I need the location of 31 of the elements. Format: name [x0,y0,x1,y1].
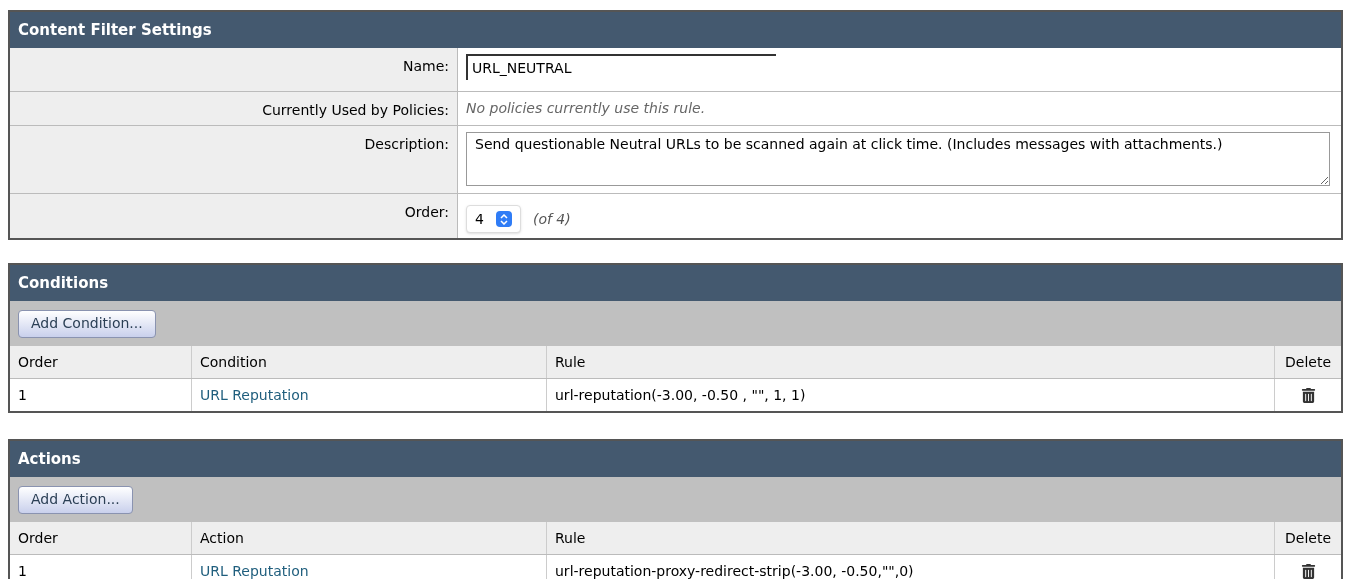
rule-link[interactable]: URL Reputation [200,384,309,406]
order-count: (of 4) [532,209,571,229]
table-cell-text: 1 [18,385,27,405]
column-header: Condition [200,352,267,372]
stepper-icon [495,211,512,227]
column-header: Action [200,528,244,548]
trash-icon[interactable] [1300,387,1316,403]
order-select[interactable]: 4 [466,205,521,233]
column-header: Rule [555,352,586,372]
column-header: Rule [555,528,586,548]
panel-header: Content Filter Settings [10,12,1341,48]
column-header: Delete [1285,528,1331,548]
panel-header: Actions [10,441,1341,477]
add-button[interactable]: Add Condition... [18,309,156,338]
table-cell-text: url-reputation-proxy-redirect-strip(-3.00, -0.50,"",0) [555,561,914,579]
add-button[interactable]: Add Action... [18,485,133,514]
field-label: Name: [402,57,449,76]
column-header: Delete [1285,352,1331,372]
panel-header: Conditions [10,265,1341,301]
rule-link[interactable]: URL Reputation [200,560,309,579]
policies-note: No policies currently use this rule. [466,99,706,118]
field-label: Currently Used by Policies: [262,101,449,120]
column-header: Order [18,528,58,548]
column-header: Order [18,352,58,372]
trash-icon[interactable] [1300,563,1316,579]
table-cell-text: 1 [18,561,27,579]
description-field[interactable]: Send questionable Neutral URLs to be scanned again at click time. (Includes messages with attachments.) [466,132,1330,186]
name-field[interactable]: URL_NEUTRAL [466,54,776,80]
field-label: Order: [404,203,449,222]
table-cell-text: url-reputation(-3.00, -0.50 , "", 1, 1) [555,385,806,405]
field-label: Description: [364,135,449,154]
